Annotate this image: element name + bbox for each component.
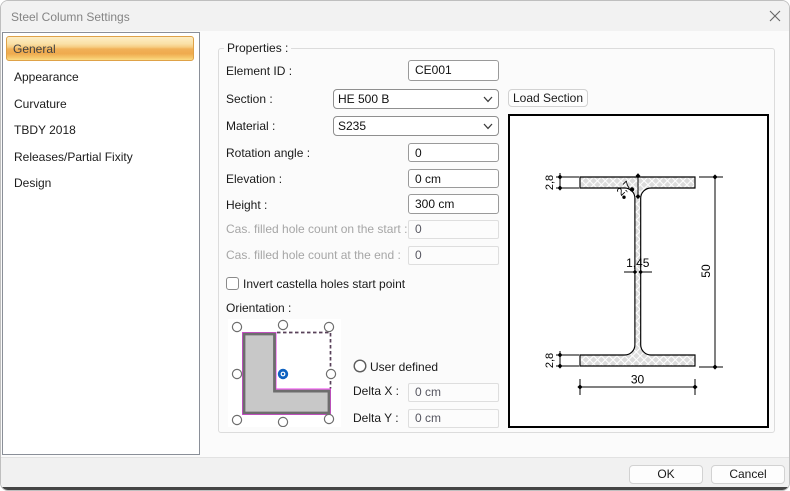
svg-text:50: 50 [699, 264, 713, 278]
svg-text:30: 30 [631, 373, 645, 387]
svg-text:2,8: 2,8 [544, 353, 556, 368]
svg-text:2,8: 2,8 [544, 175, 556, 190]
svg-text:1,45: 1,45 [626, 256, 650, 270]
